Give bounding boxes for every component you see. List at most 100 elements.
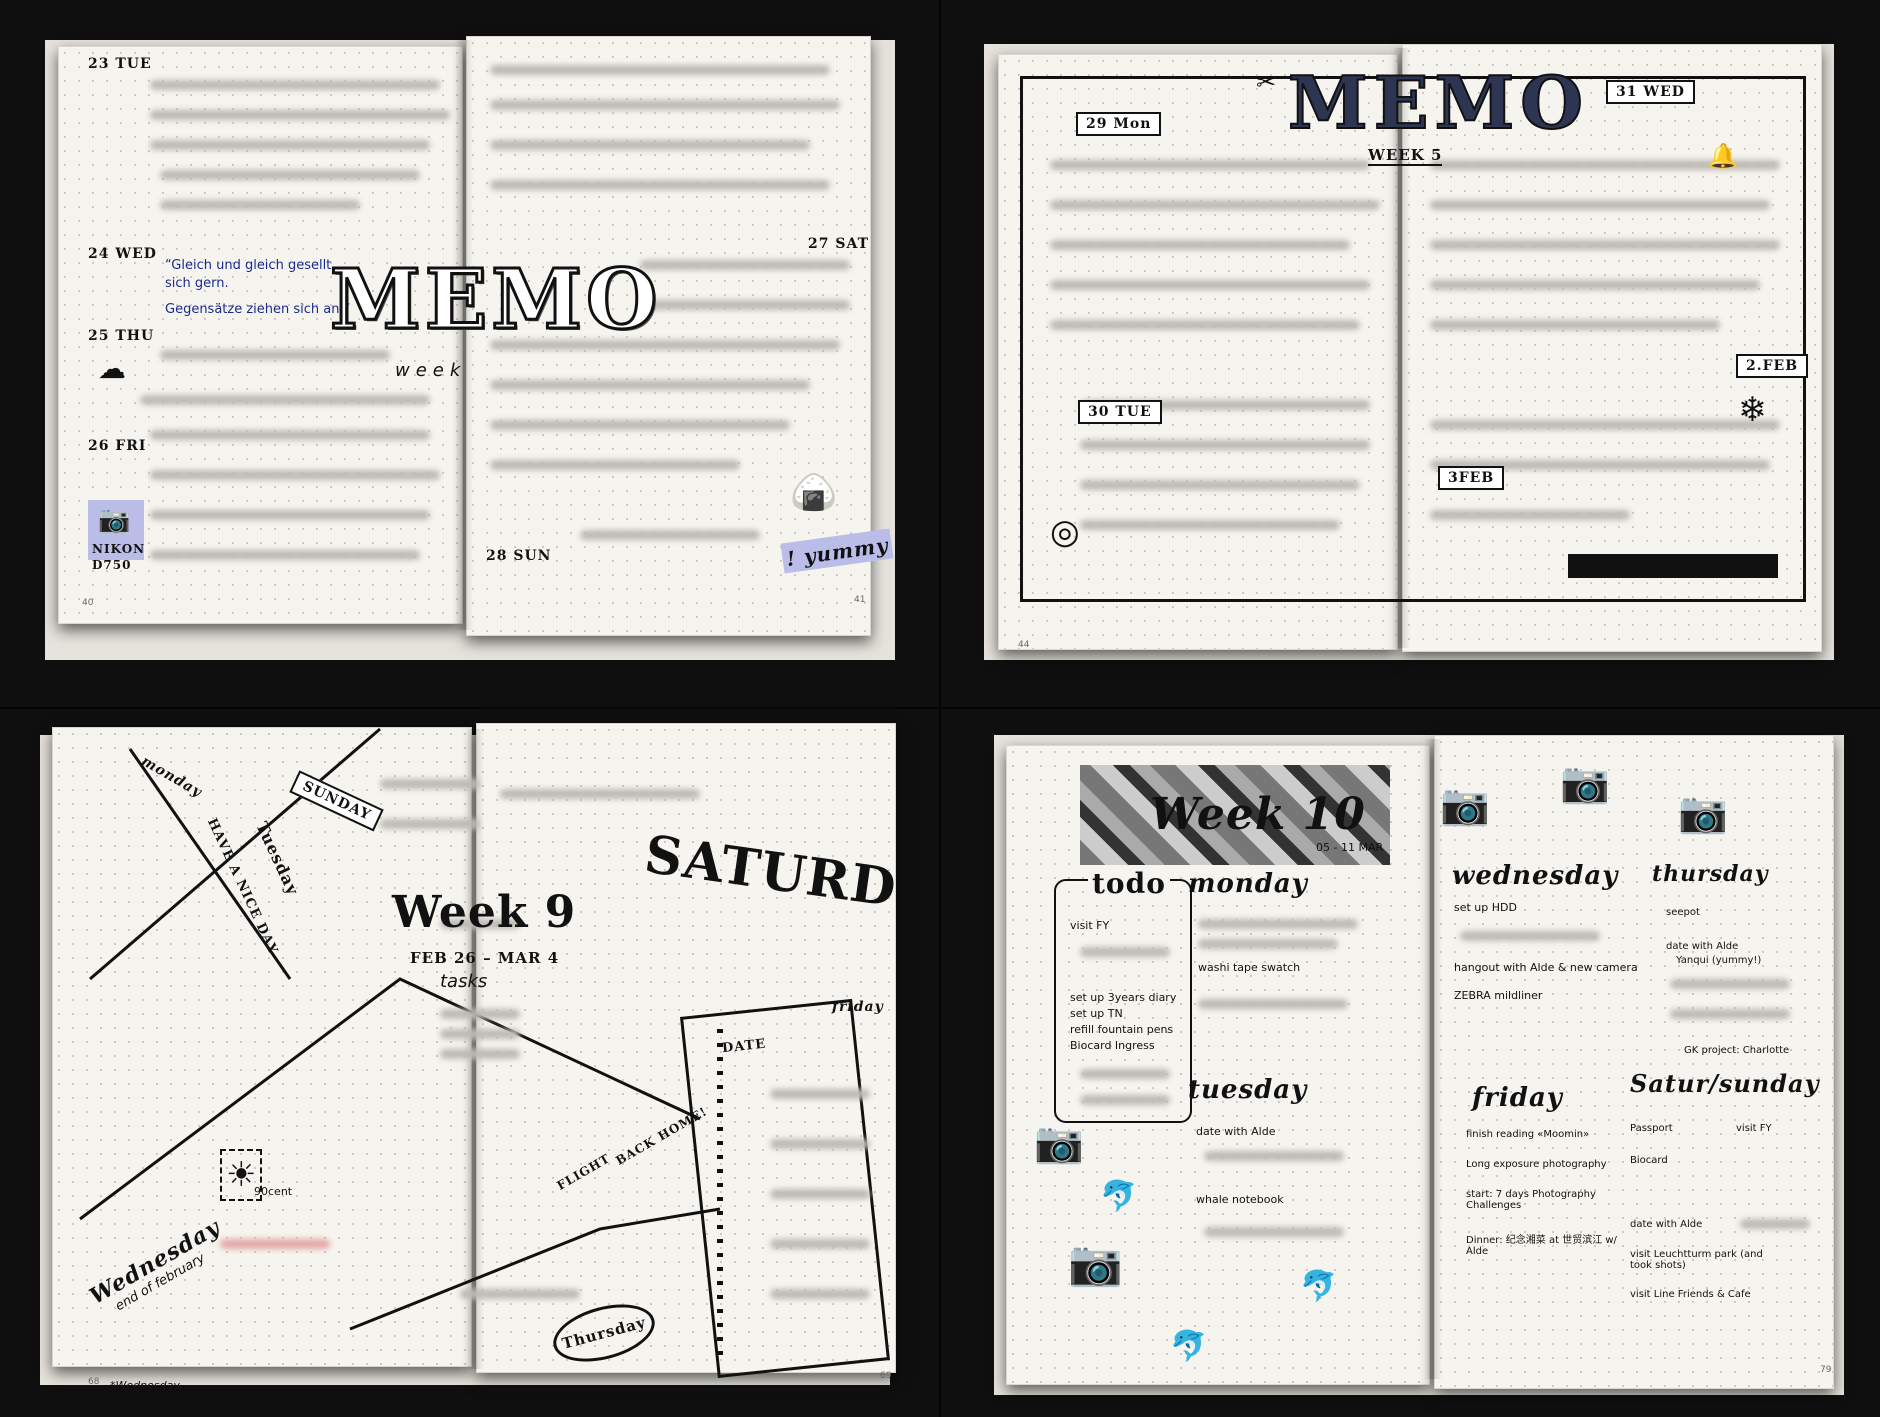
notebook-spread-memo-week4: 23 TUE 24 WED 25 THU 26 FRI 27 SAT 28 SU… (0, 0, 940, 708)
date-29-mon: 29 Mon (1076, 112, 1162, 136)
camera-stamp-icon: 📷 (1440, 782, 1490, 828)
camera-stamp-icon: 📷 (1560, 760, 1610, 806)
food-plate-icon: 🍙 (790, 470, 838, 514)
friday-item: finish reading «Moomin» (1466, 1129, 1590, 1140)
blurred-text (1670, 979, 1790, 989)
date-28-sun: 28 SUN (486, 548, 552, 564)
blurred-text (160, 170, 420, 180)
blurred-text (1430, 200, 1770, 210)
todo-item: Biocard Ingress (1070, 1039, 1155, 1052)
blurred-text (1080, 440, 1370, 450)
gutter (1424, 739, 1442, 1379)
day-monday: monday (1188, 869, 1308, 899)
page-number-right: 69 (880, 1371, 892, 1381)
tuesday-item: date with Alde (1196, 1125, 1276, 1138)
day-friday: friday (832, 999, 884, 1015)
monday-item: washi tape swatch (1198, 961, 1301, 974)
blurred-text (150, 510, 430, 520)
stamp-value: 90cent (254, 1185, 293, 1198)
blurred-text (1080, 1095, 1170, 1105)
wednesday-item: ZEBRA mildliner (1454, 989, 1543, 1002)
blurred-text (440, 1049, 520, 1059)
blurred-text (1080, 520, 1340, 530)
blurred-text (640, 300, 850, 310)
blurred-text (490, 460, 740, 470)
footer-note: *Wednesday (110, 1379, 180, 1392)
blurred-text (1198, 999, 1348, 1009)
page-number-left: 40 (82, 598, 94, 608)
page-number-left: 68 (88, 1377, 100, 1387)
film-strip-decoration (1568, 554, 1778, 578)
blurred-text (150, 80, 440, 90)
todo-item: set up 3years diary (1070, 991, 1177, 1004)
blurred-text (1430, 420, 1780, 430)
blurred-text (1430, 240, 1780, 250)
todo-item: refill fountain pens (1070, 1023, 1174, 1036)
blurred-text (440, 1009, 520, 1019)
blurred-text (1050, 280, 1370, 290)
date-23-tue: 23 TUE (88, 56, 152, 72)
quote-line-1: “Gleich und gleich gesellt (165, 258, 332, 273)
thursday-item: date with Alde (1666, 941, 1739, 952)
weekend-item: visit Line Friends & Cafe (1630, 1289, 1751, 1300)
notebook-spread-week9: monday SUNDAY Tuesday HAVE A NICE DAY We… (0, 709, 940, 1417)
blurred-text (460, 1289, 580, 1299)
day-tuesday: tuesday (1188, 1075, 1308, 1105)
target-icon: ◎ (1050, 512, 1080, 552)
line-drawing (79, 727, 890, 1379)
week-title: Week 9 (392, 887, 577, 938)
blurred-text (1080, 947, 1170, 957)
blurred-text (160, 350, 390, 360)
day-wednesday: wednesday (1452, 861, 1619, 891)
blurred-text (500, 789, 700, 799)
week-title: Week 10 (1150, 789, 1366, 840)
blurred-text (490, 380, 810, 390)
blurred-text (1430, 320, 1720, 330)
wednesday-item: set up HDD (1454, 901, 1517, 914)
thursday-item: seepot (1666, 907, 1700, 918)
date-25-thu: 25 THU (88, 328, 155, 344)
bell-icon: 🔔 (1708, 142, 1738, 170)
camera-brand: NIKON (92, 542, 146, 556)
blurred-text (1050, 160, 1370, 170)
blurred-text (770, 1289, 870, 1299)
week-subtitle: week (395, 360, 467, 381)
blurred-text (770, 1089, 870, 1099)
blurred-text (770, 1139, 870, 1149)
memo-title: MEMO (328, 251, 662, 350)
date-31-wed: 31 WED (1606, 80, 1695, 104)
snowflake-icon: ❄ (1738, 390, 1767, 430)
blurred-text (640, 260, 850, 270)
blurred-text (1080, 480, 1360, 490)
blurred-text (150, 430, 430, 440)
todo-item: visit FY (1070, 919, 1110, 932)
blurred-text (380, 779, 480, 789)
blurred-text (490, 180, 830, 190)
date-27-sat: 27 SAT (808, 236, 869, 252)
todo-item: set up TN (1070, 1007, 1123, 1020)
blurred-text (1050, 200, 1380, 210)
blurred-text (1430, 510, 1630, 520)
thursday-item: Yanqui (yummy!) (1676, 955, 1762, 966)
friday-item: Dinner: 纪念湘菜 at 世贸滨江 w/ Alde (1466, 1235, 1617, 1257)
date-range: FEB 26 – MAR 4 (410, 949, 560, 967)
blurred-text (490, 140, 810, 150)
blurred-text (1050, 240, 1350, 250)
weekend-item: date with Alde (1630, 1219, 1703, 1230)
blurred-text (1080, 1069, 1170, 1079)
blurred-text (380, 819, 480, 829)
blurred-text (1670, 1009, 1790, 1019)
cloud-icon: ☁ (98, 352, 126, 385)
dolphin-icon: 🐬 (1300, 1269, 1338, 1304)
friday-item: Long exposure photography (1466, 1159, 1607, 1170)
blurred-text (1430, 280, 1760, 290)
friday-item: start: 7 days Photography Challenges (1466, 1189, 1596, 1211)
tasks-label: tasks (440, 971, 488, 992)
scissors-icon: ✂ (1256, 68, 1277, 96)
date-24-wed: 24 WED (88, 246, 157, 262)
todo-title: todo (1088, 867, 1170, 900)
date-30-tue: 30 TUE (1078, 400, 1162, 424)
blurred-text (1460, 931, 1600, 941)
page-number-right: 79 (1820, 1365, 1832, 1375)
blurred-text (770, 1189, 870, 1199)
